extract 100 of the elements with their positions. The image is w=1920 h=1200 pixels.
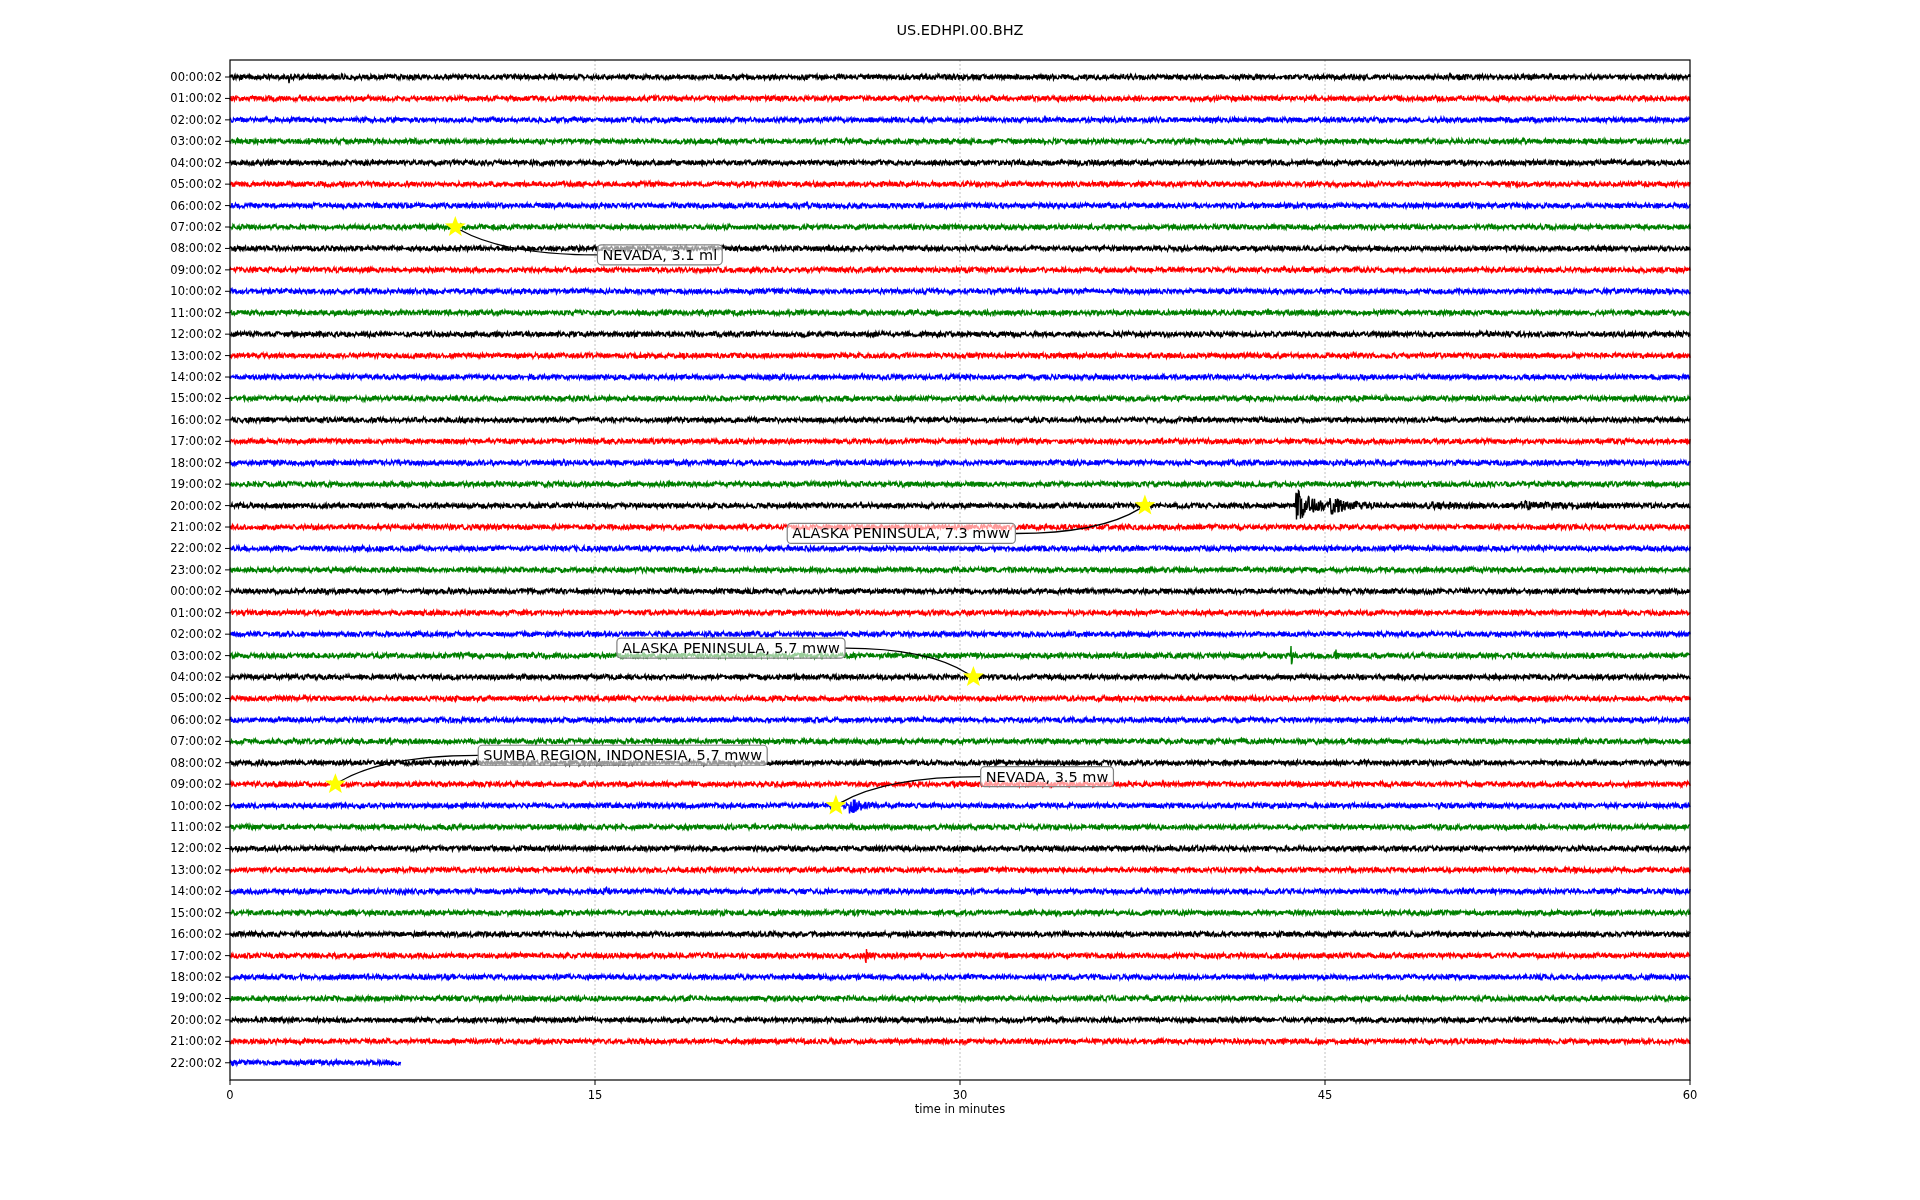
x-tick-label: 0 bbox=[226, 1088, 234, 1102]
row-time-label: 02:00:02 bbox=[170, 627, 222, 642]
tick-mark bbox=[224, 1062, 231, 1064]
tick-mark bbox=[224, 762, 231, 764]
tick-mark bbox=[224, 633, 231, 635]
tick-mark bbox=[224, 505, 231, 507]
tick-mark bbox=[224, 719, 231, 721]
row-time-label: 01:00:02 bbox=[170, 605, 222, 620]
tick-mark bbox=[224, 97, 231, 99]
event-label: ALASKA PENINSULA, 7.3 mww bbox=[786, 522, 1016, 545]
star-icon bbox=[962, 666, 984, 686]
tick-mark bbox=[224, 312, 231, 314]
row-time-label: 10:00:02 bbox=[170, 798, 222, 813]
row-time-label: 10:00:02 bbox=[170, 284, 222, 299]
tick-mark bbox=[224, 783, 231, 785]
row-time-label: 13:00:02 bbox=[170, 862, 222, 877]
tick-mark bbox=[224, 612, 231, 614]
tick-mark bbox=[224, 355, 231, 357]
tick-mark bbox=[224, 976, 231, 978]
tick-mark bbox=[224, 419, 231, 421]
row-time-label: 20:00:02 bbox=[170, 1012, 222, 1027]
tick-mark bbox=[224, 1040, 231, 1042]
x-tick-label: 15 bbox=[587, 1088, 603, 1102]
tick-mark bbox=[959, 1079, 961, 1086]
star-icon bbox=[444, 216, 466, 236]
row-time-label: 04:00:02 bbox=[170, 670, 222, 685]
tick-mark bbox=[224, 869, 231, 871]
tick-mark bbox=[224, 697, 231, 699]
row-time-label: 01:00:02 bbox=[170, 91, 222, 106]
event-label: SUMBA REGION, INDONESIA, 5.7 mww bbox=[477, 744, 768, 766]
row-time-label: 14:00:02 bbox=[170, 884, 222, 899]
row-time-label: 17:00:02 bbox=[170, 948, 222, 963]
tick-mark bbox=[224, 848, 231, 849]
event-label: NEVADA, 3.5 mw bbox=[980, 766, 1115, 788]
row-time-label: 06:00:02 bbox=[170, 712, 222, 727]
row-time-label: 15:00:02 bbox=[170, 391, 222, 406]
row-time-label: 14:00:02 bbox=[170, 370, 222, 384]
tick-mark bbox=[224, 805, 231, 807]
axis-title: time in minutes bbox=[914, 1102, 1006, 1116]
row-time-label: 21:00:02 bbox=[170, 520, 222, 535]
event-label: ALASKA PENINSULA, 5.7 mww bbox=[616, 637, 846, 659]
tick-mark bbox=[224, 676, 231, 678]
row-time-label: 08:00:02 bbox=[170, 241, 222, 256]
x-tick-label: 30 bbox=[952, 1088, 968, 1102]
row-time-label: 08:00:02 bbox=[170, 755, 222, 770]
tick-mark bbox=[224, 247, 231, 249]
tick-mark bbox=[224, 162, 231, 164]
row-time-label: 06:00:02 bbox=[170, 198, 222, 213]
row-time-label: 19:00:02 bbox=[170, 477, 222, 492]
row-time-label: 12:00:02 bbox=[170, 327, 222, 342]
tick-mark bbox=[224, 290, 231, 292]
tick-mark bbox=[1324, 1079, 1326, 1086]
row-time-label: 18:00:02 bbox=[170, 970, 222, 985]
tick-mark bbox=[224, 569, 231, 571]
x-tick-label: 45 bbox=[1317, 1088, 1333, 1102]
tick-mark bbox=[224, 119, 231, 121]
row-time-label: 05:00:02 bbox=[170, 691, 222, 706]
tick-mark bbox=[224, 933, 231, 935]
row-time-label: 07:00:02 bbox=[170, 734, 222, 749]
tick-mark bbox=[224, 205, 231, 207]
tick-mark bbox=[1689, 1079, 1691, 1086]
tick-mark bbox=[224, 547, 231, 549]
row-time-label: 23:00:02 bbox=[170, 562, 222, 577]
row-time-label: 11:00:02 bbox=[170, 305, 222, 320]
tick-mark bbox=[224, 826, 231, 828]
tick-mark bbox=[224, 376, 231, 378]
row-time-label: 22:00:02 bbox=[170, 541, 222, 556]
tick-mark bbox=[224, 526, 231, 528]
x-tick-label: 60 bbox=[1682, 1088, 1698, 1102]
row-time-label: 05:00:02 bbox=[170, 177, 222, 192]
row-time-label: 16:00:02 bbox=[170, 927, 222, 942]
tick-mark bbox=[224, 998, 231, 999]
row-time-label: 13:00:02 bbox=[170, 348, 222, 363]
tick-mark bbox=[224, 740, 231, 742]
tick-mark bbox=[224, 955, 231, 957]
row-time-label: 03:00:02 bbox=[170, 648, 222, 663]
row-time-label: 00:00:02 bbox=[170, 584, 222, 599]
row-time-label: 12:00:02 bbox=[170, 841, 222, 856]
row-time-label: 16:00:02 bbox=[170, 412, 222, 427]
row-time-label: 04:00:02 bbox=[170, 155, 222, 170]
tick-mark bbox=[224, 1019, 231, 1021]
tick-mark bbox=[224, 890, 231, 892]
row-time-label: 15:00:02 bbox=[170, 905, 222, 920]
tick-mark bbox=[224, 440, 231, 442]
tick-mark bbox=[229, 1079, 231, 1086]
tick-mark bbox=[224, 590, 231, 592]
row-time-label: 17:00:02 bbox=[170, 434, 222, 449]
row-time-label: 18:00:02 bbox=[170, 455, 222, 470]
row-time-label: 09:00:02 bbox=[170, 777, 222, 792]
tick-mark bbox=[594, 1079, 596, 1086]
tick-mark bbox=[224, 655, 231, 657]
tick-mark bbox=[224, 912, 231, 914]
row-time-label: 00:00:02 bbox=[170, 70, 222, 84]
tick-mark bbox=[224, 462, 231, 464]
row-time-label: 21:00:02 bbox=[170, 1034, 222, 1049]
tick-mark bbox=[224, 140, 231, 142]
tick-mark bbox=[224, 226, 231, 228]
tick-mark bbox=[224, 397, 231, 399]
star-icon bbox=[1134, 494, 1156, 515]
tick-mark bbox=[224, 76, 231, 78]
